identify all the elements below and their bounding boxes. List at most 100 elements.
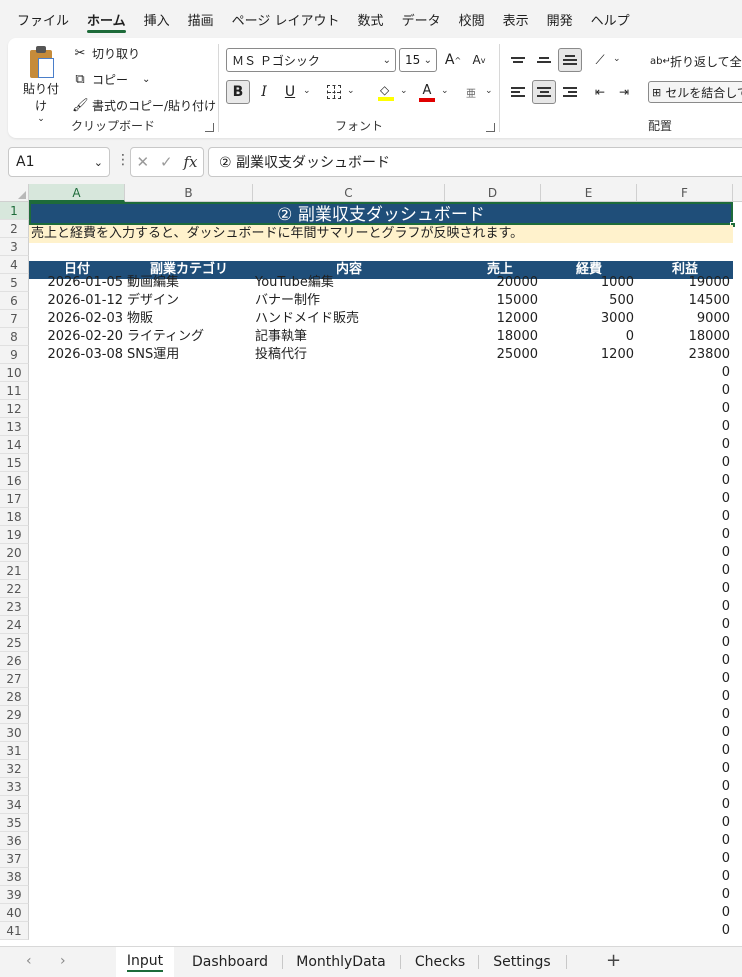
row-header-16[interactable]: 16 (0, 472, 29, 490)
font-launcher-icon[interactable] (486, 123, 495, 132)
row-header-34[interactable]: 34 (0, 796, 29, 814)
font-color-button[interactable]: A (415, 80, 439, 104)
cell-date[interactable]: 2026-03-08 (31, 346, 125, 364)
row-header-26[interactable]: 26 (0, 652, 29, 670)
cell-content[interactable]: バナー制作 (253, 292, 445, 310)
cell-date[interactable]: 2026-01-05 (31, 274, 125, 292)
cell-profit[interactable]: 9000 (637, 310, 733, 328)
chevron-down-icon[interactable]: ⌄ (347, 86, 355, 96)
cell-profit[interactable]: 0 (637, 508, 733, 526)
cell-profit[interactable]: 0 (637, 634, 733, 652)
cell-date[interactable]: 2026-02-20 (31, 328, 125, 346)
cell-profit[interactable]: 0 (637, 616, 733, 634)
row-header-31[interactable]: 31 (0, 742, 29, 760)
grow-font-button[interactable]: A ^ (441, 48, 465, 72)
chevron-left-icon[interactable]: ‹ (26, 953, 32, 969)
paste-button[interactable]: 貼り付け ⌄ (18, 44, 64, 124)
copy-button[interactable]: ⧉ コピー ⌄ (72, 68, 150, 90)
row-header-17[interactable]: 17 (0, 490, 29, 508)
chevron-down-icon[interactable]: ⌄ (613, 54, 621, 64)
row-header-30[interactable]: 30 (0, 724, 29, 742)
align-top-button[interactable] (506, 48, 530, 72)
italic-button[interactable]: I (252, 80, 276, 104)
sheet-tab-checks[interactable]: Checks (406, 947, 474, 977)
sheet-tab-settings[interactable]: Settings (484, 947, 560, 977)
menu-view[interactable]: 表示 (494, 0, 538, 38)
row-header-7[interactable]: 7 (0, 310, 29, 328)
cell-sales[interactable]: 12000 (445, 310, 541, 328)
row-header-22[interactable]: 22 (0, 580, 29, 598)
row-header-27[interactable]: 27 (0, 670, 29, 688)
row-header-41[interactable]: 41 (0, 922, 29, 940)
borders-button[interactable] (322, 80, 346, 104)
menu-file[interactable]: ファイル (8, 0, 78, 38)
row-header-29[interactable]: 29 (0, 706, 29, 724)
column-header-e[interactable]: E (541, 184, 637, 202)
align-left-button[interactable] (506, 80, 530, 104)
cell-sales[interactable]: 25000 (445, 346, 541, 364)
cell-profit[interactable]: 0 (637, 670, 733, 688)
cell-expenses[interactable]: 1200 (541, 346, 637, 364)
row-header-6[interactable]: 6 (0, 292, 29, 310)
menu-developer[interactable]: 開発 (538, 0, 582, 38)
row-header-8[interactable]: 8 (0, 328, 29, 346)
row-header-32[interactable]: 32 (0, 760, 29, 778)
cell-expenses[interactable]: 3000 (541, 310, 637, 328)
cell-profit[interactable]: 0 (637, 814, 733, 832)
more-options-icon[interactable]: ⋮ (116, 152, 130, 168)
cell-category[interactable]: 動画編集 (125, 274, 253, 292)
cell-profit[interactable]: 18000 (637, 328, 733, 346)
cell-profit[interactable]: 14500 (637, 292, 733, 310)
cell-profit[interactable]: 0 (637, 742, 733, 760)
menu-data[interactable]: データ (393, 0, 450, 38)
chevron-down-icon[interactable]: ⌄ (142, 74, 150, 85)
sheet-tab-input[interactable]: Input (116, 947, 174, 977)
insert-function-icon[interactable]: fx (184, 153, 198, 171)
cell-profit[interactable]: 0 (637, 454, 733, 472)
chevron-down-icon[interactable]: ⌄ (400, 86, 408, 96)
instruction-note-cell[interactable]: 売上と経費を入力すると、ダッシュボードに年間サマリーとグラフが反映されます。 (29, 225, 733, 243)
cell-profit[interactable]: 0 (637, 400, 733, 418)
cell-category[interactable]: 物販 (125, 310, 253, 328)
row-header-21[interactable]: 21 (0, 562, 29, 580)
cell-profit[interactable]: 0 (637, 580, 733, 598)
font-size-select[interactable]: 15 ⌄ (399, 48, 437, 72)
row-header-20[interactable]: 20 (0, 544, 29, 562)
chevron-down-icon[interactable]: ⌄ (485, 86, 493, 96)
chevron-right-icon[interactable]: › (60, 953, 66, 969)
sheet-tab-dashboard[interactable]: Dashboard (182, 947, 278, 977)
align-bottom-button[interactable] (558, 48, 582, 72)
formula-input[interactable]: ② 副業収支ダッシュボード (208, 147, 742, 177)
cell-profit[interactable]: 0 (637, 922, 733, 940)
cell-content[interactable]: YouTube編集 (253, 274, 445, 292)
cell-date[interactable]: 2026-02-03 (31, 310, 125, 328)
cell-profit[interactable]: 0 (637, 436, 733, 454)
row-header-25[interactable]: 25 (0, 634, 29, 652)
merge-center-button[interactable]: ⊞ セルを結合して中央揃え (648, 81, 742, 103)
cell-profit[interactable]: 0 (637, 562, 733, 580)
cell-profit[interactable]: 0 (637, 886, 733, 904)
cell-profit[interactable]: 0 (637, 868, 733, 886)
column-header-c[interactable]: C (253, 184, 445, 202)
row-header-18[interactable]: 18 (0, 508, 29, 526)
row-header-12[interactable]: 12 (0, 400, 29, 418)
row-header-39[interactable]: 39 (0, 886, 29, 904)
cell-profit[interactable]: 0 (637, 490, 733, 508)
cell-sales[interactable]: 15000 (445, 292, 541, 310)
cell-sales[interactable]: 18000 (445, 328, 541, 346)
dashboard-title-cell[interactable]: ② 副業収支ダッシュボード (29, 202, 733, 225)
cell-date[interactable]: 2026-01-12 (31, 292, 125, 310)
cell-profit[interactable]: 0 (637, 652, 733, 670)
column-header-g[interactable] (733, 184, 742, 202)
row-header-24[interactable]: 24 (0, 616, 29, 634)
sheet-tab-monthlydata[interactable]: MonthlyData (288, 947, 394, 977)
cell-profit[interactable]: 0 (637, 778, 733, 796)
menu-formulas[interactable]: 数式 (349, 0, 393, 38)
worksheet-grid[interactable]: A B C D E F 1 2 3 4 5 6 7 8 9 10 11 12 13 14 15 16 17 18 1… (0, 184, 742, 946)
cell-content[interactable]: ハンドメイド販売 (253, 310, 445, 328)
add-sheet-button[interactable]: + (606, 950, 621, 971)
column-header-d[interactable]: D (445, 184, 541, 202)
row-header-37[interactable]: 37 (0, 850, 29, 868)
row-header-9[interactable]: 9 (0, 346, 29, 364)
row-header-4[interactable]: 4 (0, 256, 29, 274)
